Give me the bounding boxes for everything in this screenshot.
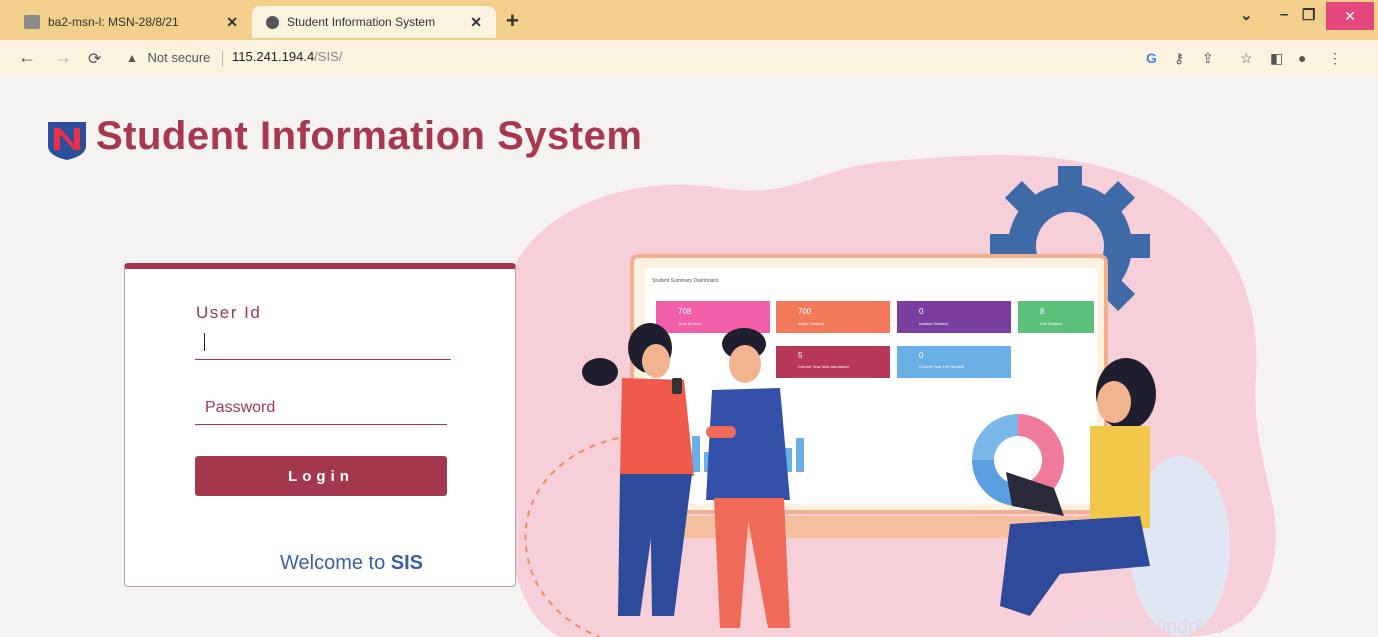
tab-search-icon[interactable]: ⌄ — [1240, 6, 1253, 24]
page-favicon-icon — [24, 15, 40, 29]
svg-text:708: 708 — [678, 307, 692, 316]
restore-icon[interactable]: ❐ — [1302, 6, 1315, 24]
bookmark-star-icon[interactable]: ☆ — [1240, 50, 1253, 67]
svg-text:Current Year Left Student: Current Year Left Student — [919, 364, 965, 369]
url-field[interactable]: 115.241.194.4/SIS/ — [232, 49, 342, 64]
key-icon[interactable]: ⚷ — [1174, 50, 1184, 67]
globe-icon — [266, 15, 279, 29]
svg-text:0: 0 — [919, 307, 924, 316]
windows-activation-watermark: Activate Windows — [1066, 616, 1224, 637]
svg-text:700: 700 — [798, 307, 812, 316]
profile-icon[interactable]: ● — [1298, 50, 1306, 66]
browser-tab[interactable]: ba2-msn-l: MSN-28/8/21 ✕ — [0, 6, 252, 38]
browser-tab-active[interactable]: Student Information System ✕ — [252, 6, 496, 38]
page-title: Student Information System — [96, 114, 643, 158]
security-label: Not secure — [147, 50, 211, 65]
tab-title: ba2-msn-l: MSN-28/8/21 — [48, 15, 179, 29]
browser-tab-bar: ba2-msn-l: MSN-28/8/21 ✕ Student Informa… — [0, 0, 1378, 40]
user-id-label: User Id — [196, 303, 262, 322]
svg-text:Left Student: Left Student — [1040, 321, 1062, 326]
svg-text:Total Student: Total Student — [678, 321, 702, 326]
new-tab-button[interactable]: + — [506, 8, 519, 34]
dashboard-card: 700 Active Student — [776, 301, 890, 333]
svg-text:Active Student: Active Student — [798, 321, 825, 326]
dashboard-card: 5 Current Year New Admission — [776, 346, 890, 378]
user-id-input[interactable] — [195, 327, 451, 360]
svg-text:Current Year New Admission: Current Year New Admission — [798, 364, 849, 369]
text-cursor — [204, 333, 205, 351]
welcome-brand: SIS — [390, 552, 424, 574]
google-icon[interactable]: G — [1146, 50, 1157, 66]
warning-icon: ▲ — [126, 51, 138, 65]
close-tab-icon[interactable]: ✕ — [226, 14, 238, 31]
dashboard-card: 0 Inactive Student — [897, 301, 1011, 333]
back-icon[interactable]: ← — [18, 47, 36, 68]
security-indicator[interactable]: ▲ Not secure — [126, 50, 210, 65]
share-icon[interactable]: ⇪ — [1202, 50, 1214, 67]
reload-icon[interactable]: ⟳ — [88, 49, 101, 69]
dashboard-title: Student Summary Dashboard — [652, 278, 718, 284]
svg-text:0: 0 — [919, 351, 924, 360]
forward-icon[interactable]: → — [54, 47, 72, 68]
dashboard-card: 0 Current Year Left Student — [897, 346, 1011, 378]
svg-text:Inactive Student: Inactive Student — [919, 321, 949, 326]
url-host: 115.241.194.4 — [232, 49, 315, 64]
url-path: /SIS/ — [314, 49, 343, 64]
address-bar: ← → ⟳ ▲ Not secure 115.241.194.4/SIS/ G … — [0, 40, 1378, 76]
svg-text:5: 5 — [798, 351, 803, 360]
separator — [222, 51, 223, 67]
dashboard-card: 708 Total Student — [656, 301, 770, 333]
tab-title: Student Information System — [287, 15, 436, 29]
close-tab-icon[interactable]: ✕ — [470, 14, 482, 31]
password-input[interactable] — [195, 391, 447, 425]
page-content: Student Summary Dashboard 708 Total Stud… — [0, 76, 1378, 637]
login-button[interactable]: Login — [195, 456, 447, 496]
institute-logo-icon — [48, 122, 86, 160]
dashboard-card: 8 Left Student — [1018, 301, 1094, 333]
welcome-text: Welcome to SIS — [280, 552, 423, 575]
minimize-icon[interactable]: – — [1280, 6, 1288, 23]
window-close-button[interactable]: ✕ — [1326, 2, 1374, 30]
welcome-prefix: Welcome to — [280, 552, 391, 574]
login-card: User Id Login Welcome to SIS — [124, 263, 516, 587]
side-panel-icon[interactable]: ◧ — [1270, 50, 1283, 67]
menu-icon[interactable]: ⋮ — [1328, 50, 1342, 67]
svg-text:8: 8 — [1040, 307, 1045, 316]
